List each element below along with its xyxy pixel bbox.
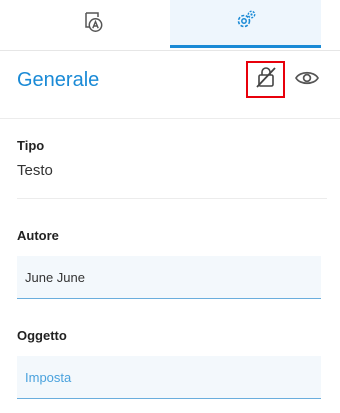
annotation-icon — [82, 11, 104, 38]
author-label: Autore — [17, 228, 59, 243]
type-value: Testo — [17, 162, 53, 179]
subject-field[interactable]: Imposta — [17, 356, 321, 399]
section-header: Generale — [0, 51, 340, 111]
eye-icon — [294, 69, 320, 92]
author-field[interactable]: June June — [17, 256, 321, 299]
tab-bar — [0, 0, 340, 51]
type-label: Tipo — [17, 138, 45, 153]
section-title: Generale — [17, 69, 100, 91]
lock-off-icon — [254, 65, 278, 94]
divider — [0, 118, 340, 119]
lock-toggle-button[interactable] — [246, 61, 285, 98]
divider — [17, 198, 327, 199]
tab-settings[interactable] — [170, 0, 321, 48]
tab-annotation[interactable] — [20, 0, 166, 48]
subject-label: Oggetto — [17, 328, 67, 343]
gear-icon — [235, 9, 257, 36]
visibility-button[interactable] — [293, 66, 321, 94]
